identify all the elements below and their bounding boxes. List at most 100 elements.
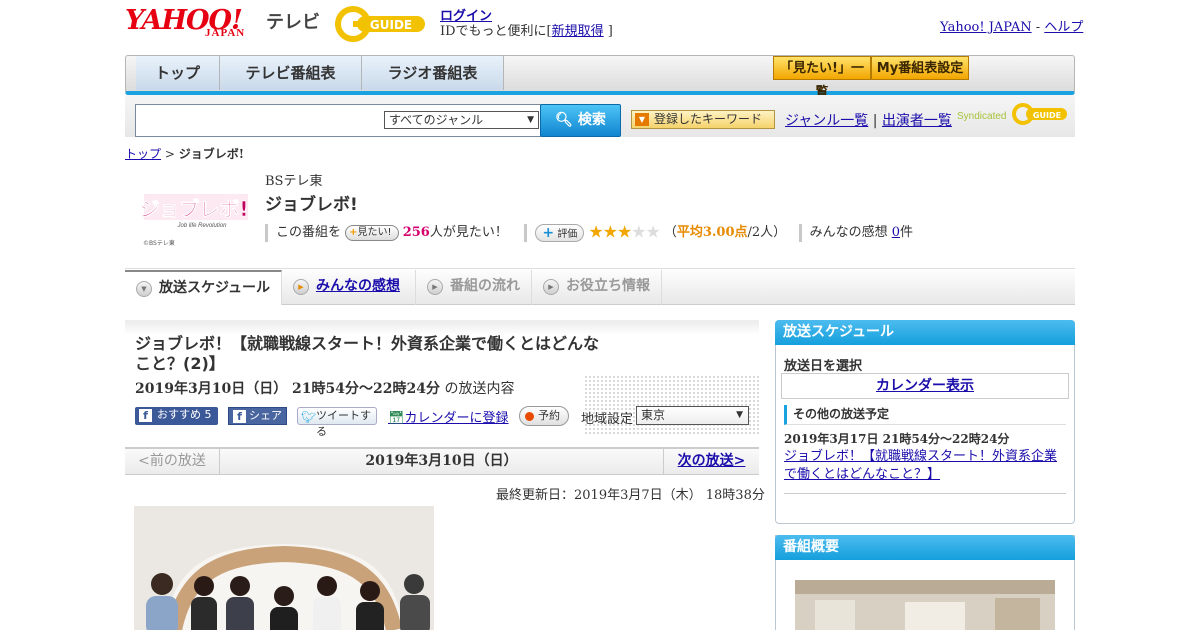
calendar-display-button[interactable]: カレンダー表示 [781,373,1069,399]
facebook-like-button[interactable]: f おすすめ 5 [135,407,218,425]
star-filled-icon: ★ [616,222,632,243]
search-links-sep: | [872,113,878,129]
svg-text:GUIDE: GUIDE [370,18,412,32]
program-logo-text: ジョブレボ! [142,197,248,221]
fb-like-label: おすすめ 5 [157,408,212,421]
mitai-suffix: 人が見たい！ [429,225,508,240]
reserve-label: 予約 [538,409,560,422]
mitai-button[interactable]: +見たい! [345,224,399,241]
registered-keyword-button[interactable]: ▼ 登録したキーワード [631,110,775,129]
program-tabs: ▼ 放送スケジュール ▶ みんなの感想 ▶ 番組の流れ ▶ お役立ち情報 [125,270,1075,305]
search-button-label: 検索 [577,112,606,128]
station-name: BSテレ東 [265,174,323,189]
breadcrumb-current: ジョブレボ! [178,147,245,161]
tab-schedule[interactable]: ▼ 放送スケジュール [125,270,282,305]
schedule-sidebar-header: 放送スケジュール [775,320,1075,345]
impressions-label: みんなの感想 [809,225,888,240]
keyword-button-label: 登録したキーワード [654,112,763,126]
next-broadcast-link[interactable]: 次の放送> [663,449,759,475]
reserve-button[interactable]: 予約 [519,406,569,426]
episode-photo [134,506,434,630]
program-title: ジョブレボ! [265,195,358,215]
rating-stars: ★★★★★ [588,222,660,243]
header-sep: - [1035,20,1041,35]
chevron-down-icon: ▼ [736,410,743,420]
other-schedule-link[interactable]: ジョブレボ！【就職戦線スタート！外資系企業で働くとはどんなこと？】 [784,448,1064,484]
yahoo-japan-link[interactable]: Yahoo! JAPAN [940,20,1032,35]
gguide-logo: GUIDE [335,6,425,42]
svg-text:GUIDE: GUIDE [1033,111,1061,120]
impressions-count-link[interactable]: 0 [892,225,900,240]
search-icon: 🔍︎ [555,112,573,128]
add-to-calendar-label: カレンダーに登録 [404,411,509,426]
tab-info-label: お役立ち情報 [566,278,650,294]
mitai-button-label: 見たい! [357,226,392,238]
rating-open: （ [663,225,677,240]
divider [524,223,528,242]
calendar-icon: 📅︎ [388,411,405,426]
rating-count: /2人） [747,225,787,240]
program-logo-subtext: Job life Revolution [176,223,227,229]
breadcrumb-sep: > [164,147,175,161]
tab-impressions[interactable]: ▶ みんなの感想 [282,270,416,305]
help-link[interactable]: ヘルプ [1044,20,1083,35]
login-sub-post: ] [607,24,613,39]
divider [798,223,802,242]
search-button[interactable]: 🔍︎ 検索 [540,104,621,137]
add-to-calendar-link[interactable]: 📅︎カレンダーに登録 [388,407,509,426]
plus-icon: + [349,226,358,238]
breadcrumb-top[interactable]: トップ [125,147,161,161]
broadcast-date: 2019年3月10日（日） [365,453,518,469]
tab-info: ▶ お役立ち情報 [532,270,662,305]
nav-tab-tv-schedule[interactable]: テレビ番組表 [220,56,362,90]
episode-title: ジョブレボ！【就職戦線スタート！外資系企業で働くとはどんなこと？(2)】 [135,334,600,373]
facebook-icon: f [233,410,246,423]
performers-link[interactable]: 出演者一覧 [882,113,952,129]
star-empty-icon: ★ [631,222,646,243]
rating-average: 平均3.00点 [676,225,748,240]
register-link[interactable]: 新規取得 [552,24,604,39]
breadcrumb: トップ > ジョブレボ! [125,145,244,162]
rating-button[interactable]: + 評価 [535,223,585,242]
genre-select-value: すべてのジャンル [389,113,484,127]
triangle-down-icon: ▼ [136,281,152,297]
tab-flow: ▶ 番組の流れ [416,270,532,305]
genre-list-link[interactable]: ジャンル一覧 [785,113,868,129]
tv-logo-text[interactable]: テレビ [266,8,320,34]
mitai-prefix: この番組を [276,225,342,240]
mitai-list-button[interactable]: 「見たい!」一覧 [773,56,871,100]
record-dot-icon [525,412,534,421]
impressions-unit: 件 [900,225,914,240]
yahoo-japan-logo-text: JAPAN [205,27,246,39]
chevron-down-icon: ▼ [527,115,534,125]
login-subtext: IDでもっと便利に[新規取得 ] [440,20,613,39]
tab-impressions-label: みんなの感想 [316,278,400,294]
facebook-icon: f [139,409,152,422]
region-select[interactable]: 東京 ▼ [636,406,749,425]
episode-time: 2019年3月10日（日） 21時54分～22時24分 の放送内容 [135,378,514,398]
program-info-row: この番組を +見たい! 256人が見たい！ + 評価 ★★★★★ （平均3.00… [265,221,914,243]
tweet-button[interactable]: 🐦︎ ツイートする [297,407,377,438]
other-schedule-time: 2019年3月17日 21時54分～22時24分 [784,432,1010,446]
episode-time-value: 2019年3月10日（日） 21時54分～22時24分 [135,381,440,397]
genre-select[interactable]: すべてのジャンル ▼ [384,111,539,129]
play-icon: ▶ [543,279,559,295]
my-schedule-button[interactable]: My番組表設定 [871,56,969,80]
plus-icon: + [542,224,555,241]
fb-share-label: シェア [249,409,282,422]
twitter-bird-icon: 🐦︎ [301,410,317,424]
divider [265,223,268,242]
episode-time-suffix: の放送内容 [444,381,515,397]
tab-schedule-label: 放送スケジュール [159,280,271,296]
region-label: 地域設定 [581,412,634,427]
play-icon: ▶ [427,279,443,295]
star-filled-icon: ★ [588,222,603,243]
divider [125,268,1075,269]
header-right-links: Yahoo! JAPAN - ヘルプ [940,16,1083,35]
facebook-share-button[interactable]: f シェア [228,407,287,425]
select-date-label: 放送日を選択 [784,359,863,374]
nav-tab-top[interactable]: トップ [136,56,220,90]
nav-tab-radio-schedule[interactable]: ラジオ番組表 [362,56,504,90]
syndicated-label: Syndicated [957,111,1007,122]
tab-flow-label: 番組の流れ [450,278,520,294]
